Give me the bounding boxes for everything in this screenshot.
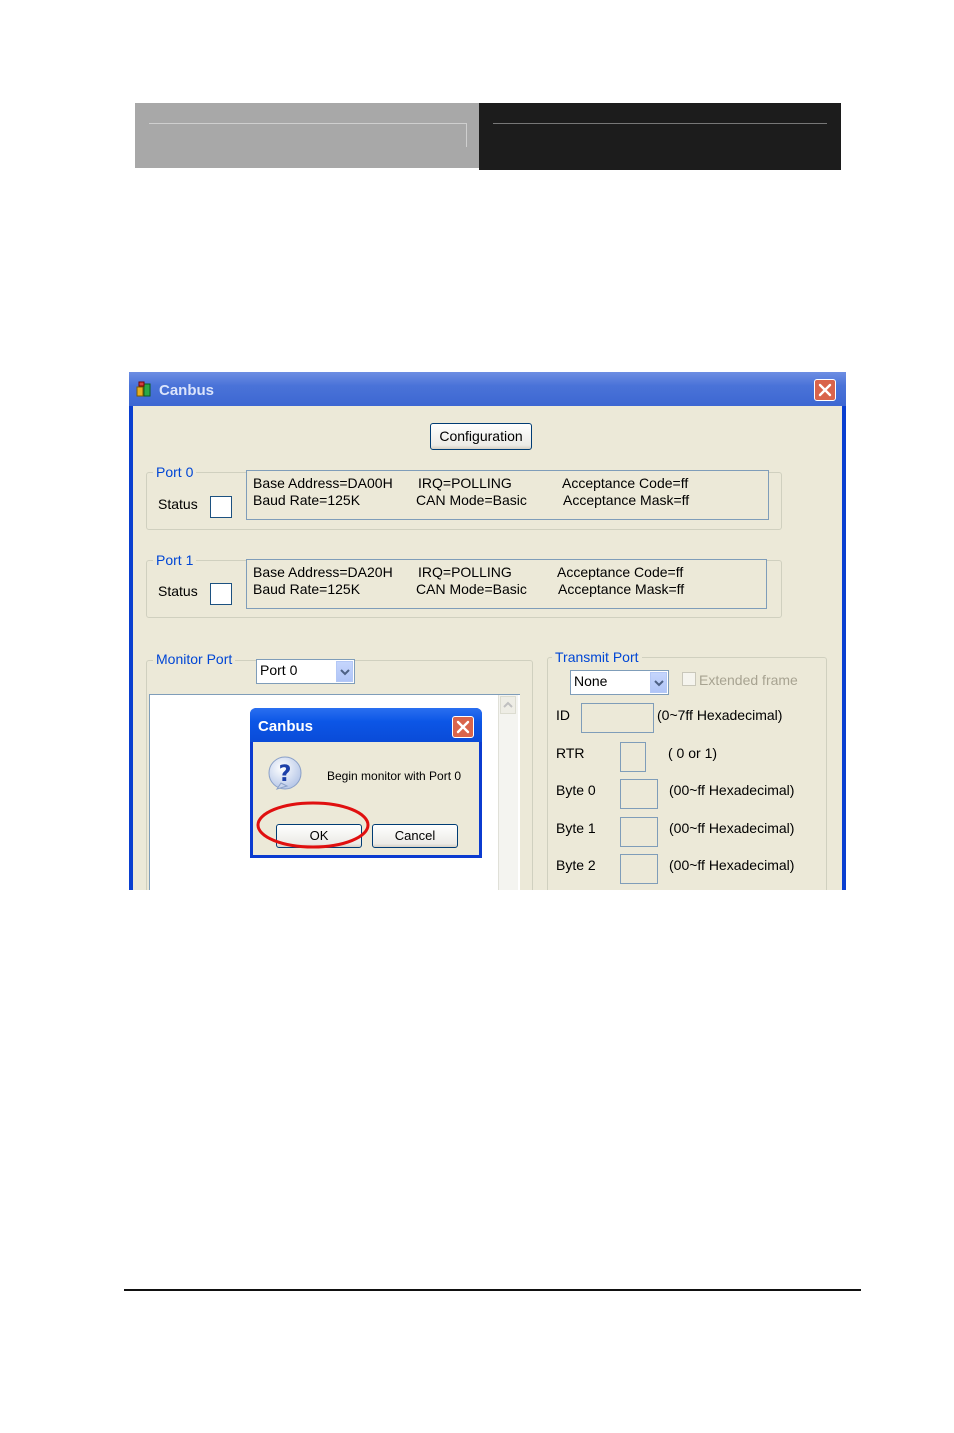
port1-status-checkbox[interactable] [210,583,232,605]
highlight-circle [256,801,370,849]
port0-baud-rate: Baud Rate=125K [253,492,361,508]
port0-irq: IRQ=POLLING [418,475,512,491]
port0-acceptance-code: Acceptance Code=ff [562,475,689,491]
canbus-window: Canbus Configuration Port 0 Status Base … [129,372,846,890]
byte0-input[interactable] [620,779,658,809]
question-icon: ? [268,756,302,790]
dialog-title-bar[interactable]: Canbus [250,708,482,742]
transmit-port-legend: Transmit Port [552,649,642,665]
port0-status-label: Status [158,496,198,512]
scroll-up-button[interactable] [500,696,516,714]
extended-frame-label: Extended frame [699,672,798,688]
byte0-label: Byte 0 [556,782,596,798]
extended-frame-checkbox[interactable] [682,672,696,686]
port1-base-address: Base Address=DA20H [253,564,393,580]
port1-status-label: Status [158,583,198,599]
port0-can-mode: CAN Mode=Basic [416,492,527,508]
transmit-port-value: None [574,673,608,689]
window-close-button[interactable] [814,379,836,401]
banner-line [493,123,827,124]
dropdown-arrow-icon[interactable] [650,672,667,693]
rtr-input[interactable] [620,742,646,772]
port1-acceptance-code: Acceptance Code=ff [557,564,684,580]
window-title: Canbus [159,382,215,399]
dropdown-arrow-icon[interactable] [336,661,353,682]
dialog-title: Canbus [258,718,314,735]
dialog-message: Begin monitor with Port 0 [327,769,462,783]
banner-line [149,123,467,124]
svg-text:?: ? [279,762,292,787]
app-icon [136,381,151,397]
close-icon [818,383,832,397]
dialog-close-button[interactable] [452,716,474,738]
close-icon [456,720,470,734]
rtr-label: RTR [556,745,585,761]
byte0-hint: (00~ff Hexadecimal) [669,782,795,798]
id-hint: (0~7ff Hexadecimal) [657,707,783,723]
id-label: ID [556,707,570,723]
port1-baud-rate: Baud Rate=125K [253,581,361,597]
header-banner-left [135,103,479,168]
port1-irq: IRQ=POLLING [418,564,512,580]
port1-can-mode: CAN Mode=Basic [416,581,527,597]
byte1-label: Byte 1 [556,820,596,836]
port0-info-box: Base Address=DA00H Baud Rate=125K IRQ=PO… [246,470,769,520]
byte2-input[interactable] [620,854,658,884]
cancel-button[interactable]: Cancel [372,824,458,848]
byte1-hint: (00~ff Hexadecimal) [669,820,795,836]
footer-rule [124,1289,861,1291]
monitor-port-select[interactable]: Port 0 [256,659,355,684]
byte2-label: Byte 2 [556,857,596,873]
monitor-scrollbar[interactable] [498,695,518,890]
window-client-area: Configuration Port 0 Status Base Address… [133,406,842,890]
banner-tick [466,123,467,147]
title-bar[interactable]: Canbus [129,372,846,406]
byte2-hint: (00~ff Hexadecimal) [669,857,795,873]
port0-status-checkbox[interactable] [210,496,232,518]
port1-legend: Port 1 [153,552,197,568]
port0-base-address: Base Address=DA00H [253,475,393,491]
monitor-port-legend: Monitor Port [153,651,236,667]
port1-acceptance-mask: Acceptance Mask=ff [558,581,685,597]
header-banner-right [479,103,841,170]
byte1-input[interactable] [620,817,658,847]
port1-info-box: Base Address=DA20H Baud Rate=125K IRQ=PO… [246,559,767,609]
port0-legend: Port 0 [153,464,197,480]
rtr-hint: ( 0 or 1) [668,745,718,761]
transmit-port-select[interactable]: None [570,670,669,695]
configuration-button[interactable]: Configuration [430,423,532,450]
port0-acceptance-mask: Acceptance Mask=ff [563,492,690,508]
monitor-port-value: Port 0 [260,662,298,678]
id-input[interactable] [581,703,654,733]
